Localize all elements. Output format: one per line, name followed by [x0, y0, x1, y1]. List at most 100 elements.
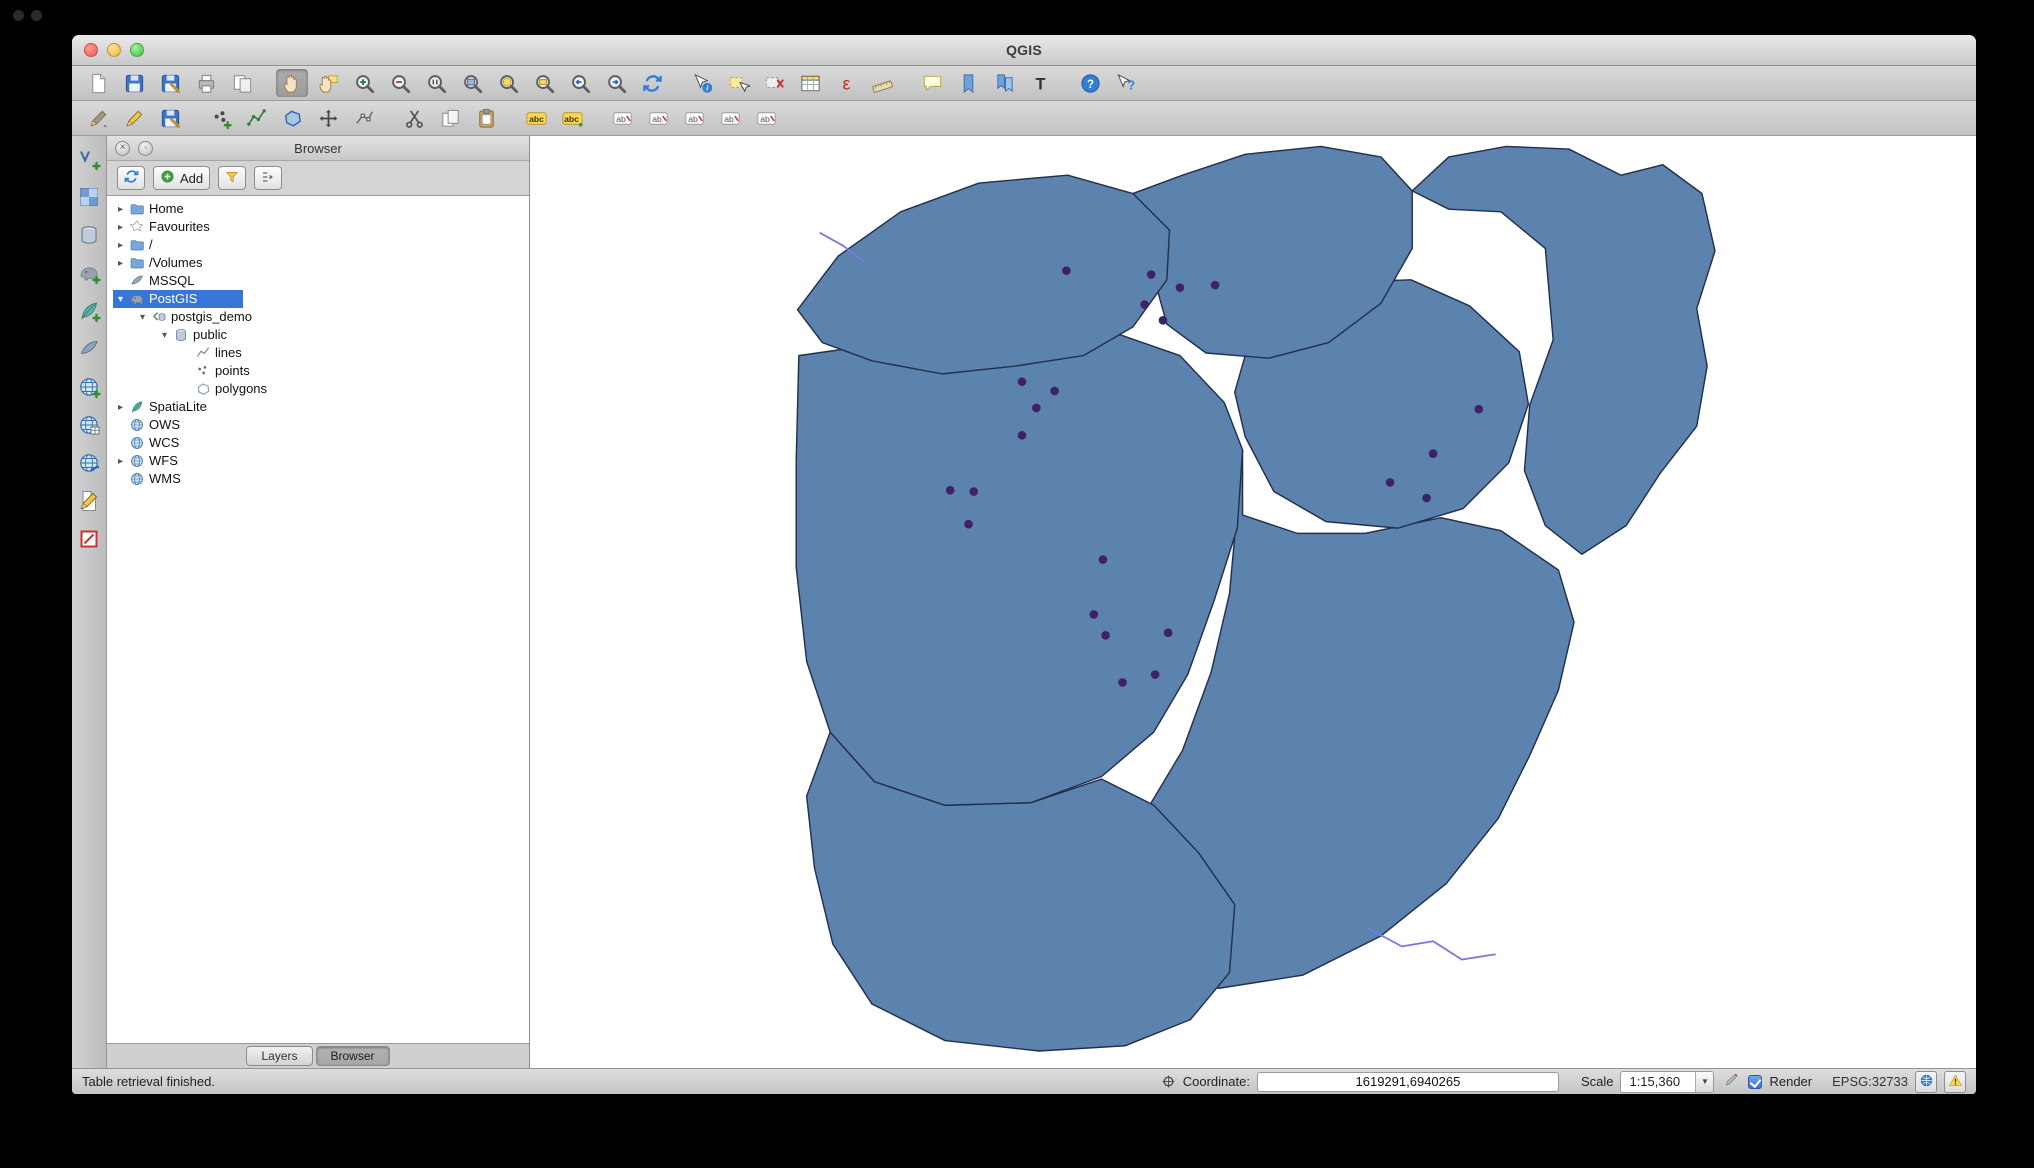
add-database-layer-button[interactable]	[76, 222, 102, 248]
label-settings-button[interactable]: abc	[556, 104, 588, 132]
scale-combo[interactable]: 1:15,360 ▼	[1620, 1071, 1714, 1093]
label-tool-4-button[interactable]: ab	[714, 104, 746, 132]
cut-features-button[interactable]	[398, 104, 430, 132]
chevron-down-icon[interactable]: ▾	[135, 312, 150, 323]
save-project-as-button[interactable]	[154, 69, 186, 97]
node-tool-button[interactable]	[348, 104, 380, 132]
label-tool-1-button[interactable]: ab	[606, 104, 638, 132]
close-window-button[interactable]	[84, 43, 98, 57]
zoom-actual-button[interactable]	[420, 69, 452, 97]
zoom-window-button[interactable]	[130, 43, 144, 57]
tree-item-wms[interactable]: WMS	[107, 470, 529, 488]
add-postgis-layer-button[interactable]	[76, 260, 102, 286]
open-attribute-table-button[interactable]	[794, 69, 826, 97]
refresh-browser-button[interactable]	[117, 166, 145, 190]
chevron-right-icon[interactable]: ▸	[113, 456, 128, 467]
zoom-last-button[interactable]	[564, 69, 596, 97]
pan-to-selection-button[interactable]	[312, 69, 344, 97]
tree-item-volumes[interactable]: ▸/Volumes	[107, 254, 529, 272]
tree-item-public[interactable]: ▾public	[107, 326, 529, 344]
composer-manager-button[interactable]	[226, 69, 258, 97]
label-tool-3-button[interactable]: ab	[678, 104, 710, 132]
current-edits-button[interactable]	[82, 104, 114, 132]
chevron-down-icon[interactable]: ▾	[113, 294, 128, 305]
tree-item-spatialite[interactable]: ▸SpatiaLite	[107, 398, 529, 416]
coordinate-input[interactable]	[1257, 1072, 1559, 1092]
text-annotation-button[interactable]: T	[1024, 69, 1056, 97]
crs-status-button[interactable]	[1915, 1071, 1937, 1093]
render-checkbox[interactable]	[1748, 1075, 1762, 1089]
remove-layer-button[interactable]	[76, 526, 102, 552]
tree-item-wcs[interactable]: WCS	[107, 434, 529, 452]
add-mssql-layer-button[interactable]	[76, 336, 102, 362]
tree-item-ows[interactable]: OWS	[107, 416, 529, 434]
tree-item-home[interactable]: ▸Home	[107, 200, 529, 218]
label-tool-2-button[interactable]: ab	[642, 104, 674, 132]
tree-item-points[interactable]: points	[107, 362, 529, 380]
minimize-window-button[interactable]	[107, 43, 121, 57]
map-canvas[interactable]	[530, 136, 1976, 1068]
chevron-right-icon[interactable]: ▸	[113, 402, 128, 413]
add-polygon-feature-button[interactable]	[276, 104, 308, 132]
identify-features-button[interactable]: i	[686, 69, 718, 97]
tree-item-polygons[interactable]: polygons	[107, 380, 529, 398]
zoom-full-button[interactable]	[456, 69, 488, 97]
chevron-right-icon[interactable]: ▸	[113, 240, 128, 251]
select-features-button[interactable]	[722, 69, 754, 97]
chevron-down-icon[interactable]: ▾	[157, 330, 172, 341]
stop-rendering-button[interactable]	[1721, 1072, 1741, 1092]
add-wcs-layer-button[interactable]	[76, 412, 102, 438]
messages-button[interactable]	[1944, 1071, 1966, 1093]
chevron-right-icon[interactable]: ▸	[113, 222, 128, 233]
add-selected-layers-button[interactable]: Add	[153, 166, 210, 190]
tree-item-lines[interactable]: lines	[107, 344, 529, 362]
new-bookmark-button[interactable]	[952, 69, 984, 97]
show-bookmarks-button[interactable]	[988, 69, 1020, 97]
browser-tree[interactable]: ▸Home▸Favourites▸/▸/VolumesMSSQL▾PostGIS…	[107, 195, 529, 1044]
map-tips-button[interactable]	[916, 69, 948, 97]
copy-features-button[interactable]	[434, 104, 466, 132]
field-calculator-button[interactable]: ε	[830, 69, 862, 97]
close-panel-button[interactable]: ×	[115, 141, 130, 156]
paste-features-button[interactable]	[470, 104, 502, 132]
scale-dropdown-arrow-icon[interactable]: ▼	[1695, 1072, 1713, 1092]
pan-map-button[interactable]	[276, 69, 308, 97]
add-wfs-layer-button[interactable]	[76, 450, 102, 476]
deselect-features-button[interactable]	[758, 69, 790, 97]
zoom-to-selection-button[interactable]	[492, 69, 524, 97]
measure-line-button[interactable]	[866, 69, 898, 97]
label-tool-5-button[interactable]: ab	[750, 104, 782, 132]
chevron-right-icon[interactable]: ▸	[113, 258, 128, 269]
tree-item-[interactable]: ▸/	[107, 236, 529, 254]
new-shapefile-layer-button[interactable]	[76, 488, 102, 514]
zoom-to-layer-button[interactable]	[528, 69, 560, 97]
whats-this-button[interactable]: ?	[1110, 69, 1142, 97]
filter-browser-button[interactable]	[218, 166, 246, 190]
tab-layers[interactable]: Layers	[246, 1046, 312, 1066]
zoom-next-button[interactable]	[600, 69, 632, 97]
refresh-map-button[interactable]	[636, 69, 668, 97]
zoom-out-button[interactable]	[384, 69, 416, 97]
add-feature-button[interactable]	[204, 104, 236, 132]
tree-item-wfs[interactable]: ▸WFS	[107, 452, 529, 470]
tree-item-mssql[interactable]: MSSQL	[107, 272, 529, 290]
zoom-in-button[interactable]	[348, 69, 380, 97]
chevron-right-icon[interactable]: ▸	[113, 204, 128, 215]
add-spatialite-layer-button[interactable]	[76, 298, 102, 324]
tab-browser[interactable]: Browser	[316, 1046, 390, 1066]
tree-item-favourites[interactable]: ▸Favourites	[107, 218, 529, 236]
detach-panel-button[interactable]: ▫	[138, 141, 153, 156]
collapse-all-button[interactable]	[254, 166, 282, 190]
save-project-button[interactable]	[118, 69, 150, 97]
tree-item-postgis[interactable]: ▾PostGIS	[107, 290, 529, 308]
move-feature-button[interactable]	[312, 104, 344, 132]
add-vector-layer-button[interactable]	[76, 146, 102, 172]
new-print-composer-button[interactable]	[190, 69, 222, 97]
help-contents-button[interactable]: ?	[1074, 69, 1106, 97]
tree-item-postgis-demo[interactable]: ▾postgis_demo	[107, 308, 529, 326]
toggle-editing-button[interactable]	[118, 104, 150, 132]
add-wms-layer-button[interactable]	[76, 374, 102, 400]
add-line-feature-button[interactable]	[240, 104, 272, 132]
labeling-button[interactable]: abc	[520, 104, 552, 132]
new-project-button[interactable]	[82, 69, 114, 97]
